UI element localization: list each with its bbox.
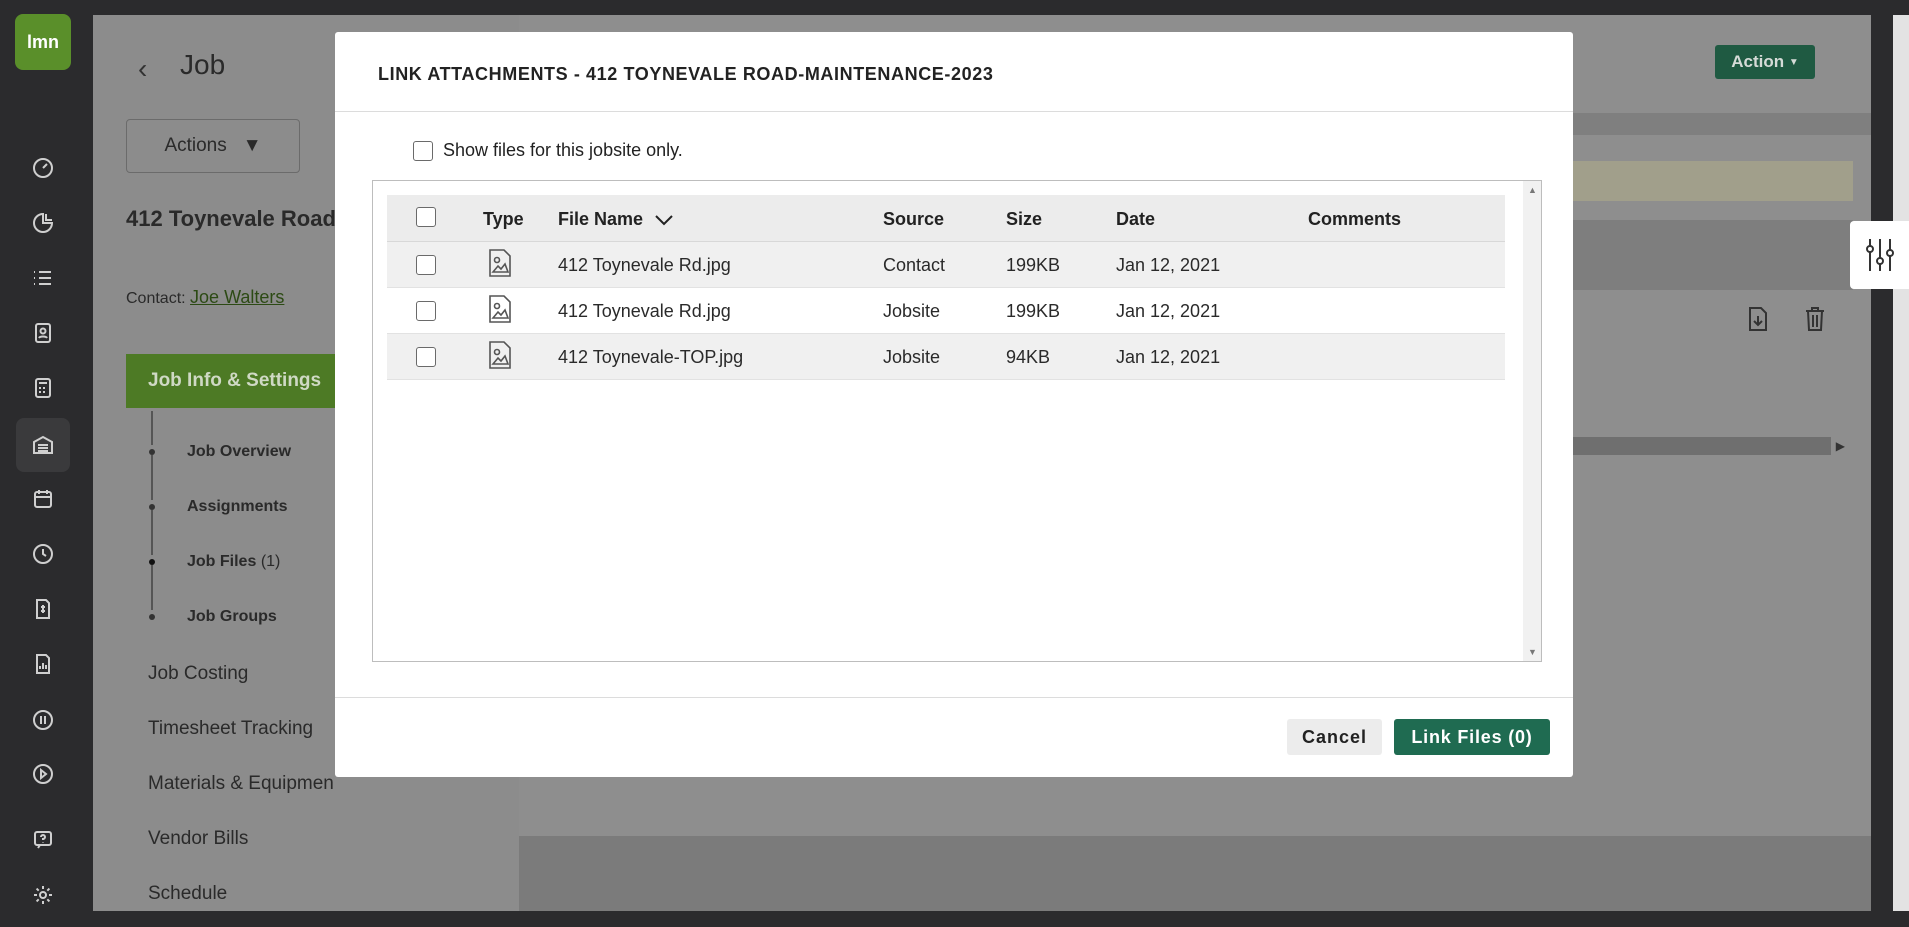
nav-schedule[interactable]: Schedule — [148, 883, 227, 905]
trash-icon[interactable] — [1804, 306, 1826, 337]
image-file-icon — [488, 340, 512, 375]
job-files-count: (1) — [260, 553, 281, 570]
clock-icon[interactable] — [24, 535, 62, 573]
file-name-column-header[interactable]: File Name — [558, 209, 674, 231]
type-column-header: Type — [483, 209, 524, 229]
action-label: Action — [1731, 52, 1785, 71]
modal-footer-divider — [335, 697, 1573, 698]
jobsite-only-filter[interactable]: Show files for this jobsite only. — [413, 140, 683, 161]
scroll-right-arrow-icon[interactable]: ▶ — [1836, 439, 1845, 453]
invoice-icon[interactable] — [24, 590, 62, 628]
size-cell: 199KB — [1006, 255, 1061, 275]
jobsite-only-label: Show files for this jobsite only. — [443, 140, 683, 160]
source-cell: Jobsite — [883, 347, 941, 367]
row-checkbox[interactable] — [416, 255, 436, 275]
modal-title: LINK ATTACHMENTS - 412 TOYNEVALE ROAD-MA… — [378, 64, 994, 84]
gear-icon[interactable] — [24, 876, 62, 914]
quickbooks-icon[interactable] — [24, 701, 62, 739]
back-chevron-icon[interactable]: ‹ — [138, 53, 147, 85]
modal-divider — [335, 111, 1573, 112]
subnav-connector — [151, 565, 153, 610]
logo-text: lmn — [26, 31, 59, 52]
file-name-cell: 412 Toynevale-TOP.jpg — [558, 347, 744, 367]
row-checkbox[interactable] — [416, 301, 436, 321]
source-column-header: Source — [883, 209, 945, 229]
report-icon[interactable] — [24, 645, 62, 683]
table-row[interactable]: 412 Toynevale-TOP.jpg Jobsite 94KB Jan 1… — [387, 334, 1505, 380]
sort-chevron-down-icon[interactable] — [654, 210, 674, 231]
contact-card-icon[interactable] — [24, 314, 62, 352]
nav-job-costing[interactable]: Job Costing — [148, 663, 248, 685]
size-cell: 94KB — [1006, 347, 1051, 367]
play-icon[interactable] — [24, 755, 62, 793]
scroll-down-arrow-icon[interactable]: ▼ — [1528, 647, 1537, 657]
date-cell: Jan 12, 2021 — [1116, 301, 1221, 321]
pie-chart-icon[interactable] — [24, 204, 62, 242]
image-file-icon — [488, 294, 512, 329]
file-name-header-label: File Name — [558, 209, 644, 229]
size-cell: 199KB — [1006, 301, 1061, 321]
jobs-icon[interactable] — [16, 418, 70, 472]
nav-timesheet-tracking[interactable]: Timesheet Tracking — [148, 718, 313, 740]
actions-label: Actions — [164, 135, 227, 156]
link-attachments-modal: LINK ATTACHMENTS - 412 TOYNEVALE ROAD-MA… — [335, 32, 1573, 777]
date-column-header: Date — [1116, 209, 1156, 229]
row-checkbox[interactable] — [416, 347, 436, 367]
date-cell: Jan 12, 2021 — [1116, 347, 1221, 367]
download-file-icon[interactable] — [1747, 306, 1769, 337]
contact-line: Contact: Joe Walters — [126, 287, 284, 308]
filter-settings-tab[interactable] — [1850, 221, 1909, 289]
scroll-up-arrow-icon[interactable]: ▲ — [1528, 185, 1537, 195]
contact-label: Contact: — [126, 290, 186, 307]
files-table-header: Type File Name Source Size Date Comments — [387, 195, 1505, 242]
comments-column-header: Comments — [1308, 209, 1402, 229]
size-column-header: Size — [1006, 209, 1043, 229]
source-cell: Jobsite — [883, 301, 941, 321]
dashboard-icon[interactable] — [24, 149, 62, 187]
action-dropdown-button[interactable]: Action ▼ — [1715, 45, 1815, 79]
subnav-connector — [151, 411, 153, 445]
date-cell: Jan 12, 2021 — [1116, 255, 1221, 275]
jobsite-only-checkbox[interactable] — [413, 140, 433, 161]
contact-link[interactable]: Joe Walters — [190, 287, 284, 307]
caret-down-icon: ▼ — [242, 135, 262, 156]
help-icon[interactable] — [24, 821, 62, 859]
subnav-connector — [151, 510, 153, 555]
calendar-icon[interactable] — [24, 480, 62, 518]
subnav-job-files-label: Job Files — [187, 553, 257, 570]
subnav-job-files[interactable]: Job Files (1) — [187, 553, 280, 571]
link-files-button[interactable]: Link Files (0) — [1394, 719, 1550, 755]
files-list-container: Type File Name Source Size Date Comments… — [372, 180, 1542, 662]
source-cell: Contact — [883, 255, 946, 275]
footer-strip — [519, 836, 1871, 911]
cancel-button[interactable]: Cancel — [1287, 719, 1382, 755]
subnav-assignments[interactable]: Assignments — [187, 498, 287, 516]
page-vertical-scrollbar[interactable] — [1893, 15, 1909, 911]
file-name-cell: 412 Toynevale Rd.jpg — [558, 301, 731, 321]
files-list-scrollbar[interactable]: ▲ ▼ — [1523, 181, 1541, 661]
subnav-dot — [149, 614, 155, 620]
app-sidebar-rail: lmn — [0, 0, 88, 927]
lmn-logo[interactable]: lmn — [15, 14, 71, 70]
nav-vendor-bills[interactable]: Vendor Bills — [148, 828, 248, 850]
calculator-icon[interactable] — [24, 369, 62, 407]
subnav-job-overview[interactable]: Job Overview — [187, 443, 291, 461]
table-row[interactable]: 412 Toynevale Rd.jpg Jobsite 199KB Jan 1… — [387, 288, 1505, 334]
image-file-icon — [488, 248, 512, 283]
list-icon[interactable] — [24, 259, 62, 297]
table-row[interactable]: 412 Toynevale Rd.jpg Contact 199KB Jan 1… — [387, 242, 1505, 288]
file-name-cell: 412 Toynevale Rd.jpg — [558, 255, 731, 275]
subnav-connector — [151, 455, 153, 500]
caret-down-icon: ▼ — [1788, 56, 1799, 68]
subnav-job-groups[interactable]: Job Groups — [187, 608, 277, 626]
sliders-icon — [1865, 239, 1894, 271]
nav-materials-equipment[interactable]: Materials & Equipmen — [148, 773, 334, 795]
select-all-checkbox[interactable] — [416, 207, 436, 227]
actions-dropdown-button[interactable]: Actions ▼ — [126, 119, 300, 173]
page-title: Job — [180, 49, 226, 80]
